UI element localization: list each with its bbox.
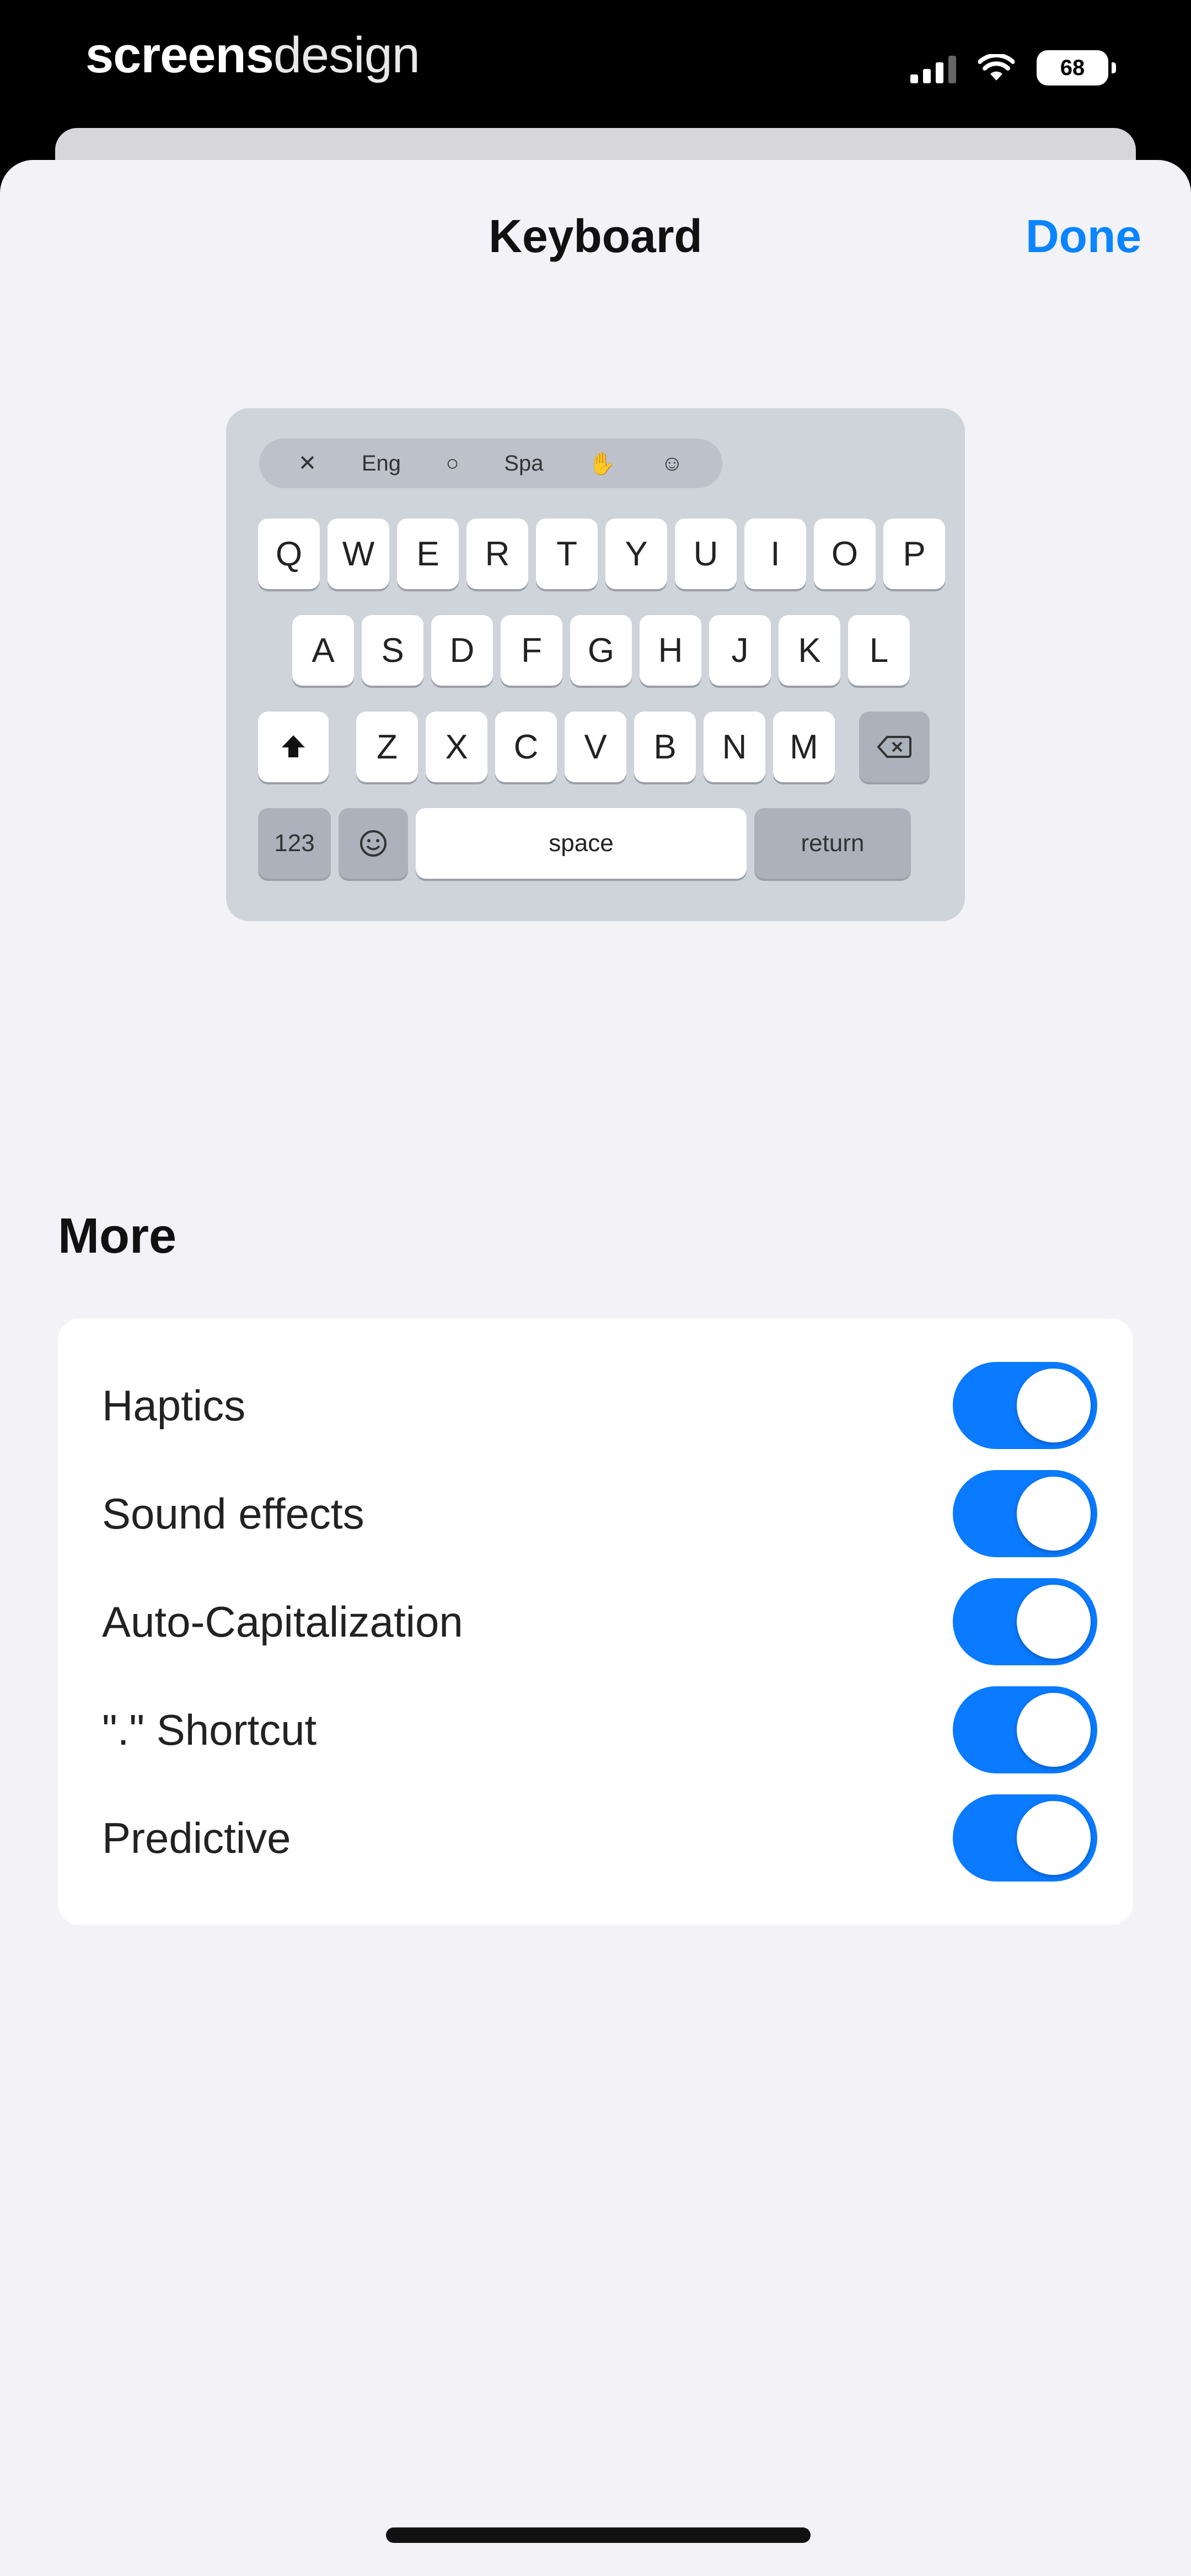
brand-bold: screens (85, 27, 274, 83)
key: Y (605, 519, 667, 589)
list-item: Haptics (58, 1351, 1133, 1460)
auto-capitalization-label: Auto-Capitalization (102, 1597, 463, 1646)
key: I (744, 519, 806, 589)
key: O (814, 519, 876, 589)
key: A (292, 615, 354, 686)
toolbar-language-spa: Spa (504, 451, 544, 475)
list-item: "." Shortcut (58, 1676, 1133, 1784)
key: K (779, 615, 840, 686)
status-icons: 68 (910, 43, 1116, 93)
toggle-knob (1017, 1369, 1091, 1442)
key: E (397, 519, 459, 589)
toggle-knob (1017, 1477, 1091, 1551)
key: J (709, 615, 771, 686)
key: H (640, 615, 701, 686)
toolbar-language-eng: Eng (361, 451, 401, 475)
settings-list: Haptics Sound effects Auto-Capitalizatio… (58, 1318, 1133, 1925)
auto-capitalization-toggle[interactable] (953, 1578, 1097, 1665)
numbers-key: 123 (258, 808, 331, 879)
section-title-more: More (58, 1209, 177, 1264)
home-indicator[interactable] (386, 2527, 811, 2543)
key-row-3: Z X C V B N M (258, 712, 930, 782)
emoji-key-icon (339, 808, 408, 879)
key: Z (356, 712, 418, 782)
key: Q (258, 519, 320, 589)
key: T (536, 519, 598, 589)
key: N (704, 712, 765, 782)
hand-icon: ✋ (588, 451, 616, 476)
toggle-knob (1017, 1693, 1091, 1767)
period-shortcut-toggle[interactable] (953, 1686, 1097, 1773)
list-item: Sound effects (58, 1460, 1133, 1568)
haptics-label: Haptics (102, 1381, 246, 1430)
key-row-4: 123 space return (258, 808, 911, 879)
shift-key-icon (258, 712, 329, 782)
key: U (675, 519, 737, 589)
return-key: return (754, 808, 911, 879)
key: F (501, 615, 562, 686)
list-item: Predictive (58, 1784, 1133, 1892)
key: X (426, 712, 487, 782)
predictive-label: Predictive (102, 1813, 291, 1862)
sound-effects-label: Sound effects (102, 1489, 364, 1538)
key: S (362, 615, 423, 686)
key: M (773, 712, 835, 782)
keyboard-preview: ✕ Eng ○ Spa ✋ ☺ Q W E R T Y U I O P A S … (226, 408, 965, 921)
list-item: Auto-Capitalization (58, 1568, 1133, 1676)
key: P (883, 519, 945, 589)
key: V (565, 712, 626, 782)
sound-effects-toggle[interactable] (953, 1470, 1097, 1557)
space-key: space (416, 808, 747, 879)
brand-light: design (273, 27, 420, 83)
key: L (848, 615, 910, 686)
keyboard-settings-sheet: Keyboard Done ✕ Eng ○ Spa ✋ ☺ Q W E R T … (0, 160, 1191, 2576)
key: R (466, 519, 528, 589)
period-shortcut-label: "." Shortcut (102, 1705, 317, 1754)
done-button[interactable]: Done (1026, 210, 1141, 263)
keyboard-toolbar: ✕ Eng ○ Spa ✋ ☺ (259, 439, 722, 488)
status-bar: screensdesign 68 (0, 0, 1191, 132)
key-row-1: Q W E R T Y U I O P (258, 519, 945, 589)
key: G (570, 615, 632, 686)
emoji-icon: ☺ (661, 451, 684, 475)
key: C (495, 712, 557, 782)
backspace-key-icon (859, 712, 930, 782)
toggle-knob (1017, 1585, 1091, 1659)
battery-icon: 68 (1037, 50, 1116, 85)
key: D (431, 615, 493, 686)
wifi-icon (978, 54, 1015, 81)
cellular-signal-icon (910, 52, 956, 83)
brand-watermark: screensdesign (85, 26, 420, 84)
key: W (328, 519, 389, 589)
circle-icon: ○ (446, 451, 459, 475)
predictive-toggle[interactable] (953, 1794, 1097, 1882)
page-title: Keyboard (489, 210, 702, 262)
key-row-2: A S D F G H J K L (292, 615, 910, 686)
key: B (634, 712, 696, 782)
haptics-toggle[interactable] (953, 1362, 1097, 1449)
close-icon: ✕ (298, 451, 317, 475)
toggle-knob (1017, 1801, 1091, 1875)
